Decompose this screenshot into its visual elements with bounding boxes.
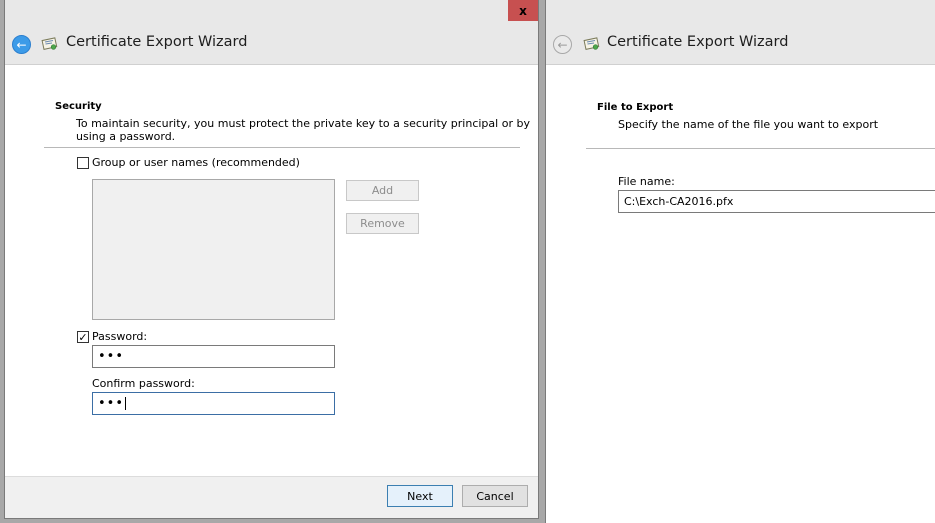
file-name-input[interactable]: C:\Exch-CA2016.pfx: [618, 190, 935, 213]
remove-button[interactable]: Remove: [346, 213, 419, 234]
group-names-checkbox[interactable]: [77, 157, 89, 169]
file-name-value: C:\Exch-CA2016.pfx: [624, 195, 734, 208]
wizard-window-file-to-export: ← Certificate Export Wizard File to Expo…: [545, 0, 935, 523]
password-value: •••: [98, 349, 125, 364]
add-button-label: Add: [371, 184, 394, 197]
window-title: Certificate Export Wizard: [66, 34, 248, 50]
close-button[interactable]: x: [508, 0, 538, 21]
title-bar: ← Certificate Export Wizard: [546, 0, 935, 65]
back-arrow-icon: ←: [16, 37, 27, 52]
window-title: Certificate Export Wizard: [607, 34, 789, 50]
remove-button-label: Remove: [360, 217, 405, 230]
certificate-icon: [41, 37, 58, 50]
section-description-line: using a password.: [76, 130, 176, 143]
title-bar: x ← Certificate Export Wizard: [5, 0, 538, 65]
cancel-button-label: Cancel: [476, 489, 514, 503]
section-heading: File to Export: [597, 102, 674, 113]
section-heading: Security: [55, 101, 102, 112]
password-input[interactable]: •••: [92, 345, 335, 368]
back-arrow-icon: ←: [557, 37, 568, 52]
section-description: Specify the name of the file you want to…: [618, 118, 879, 131]
wizard-window-security: x ← Certificate Export Wizard Security T…: [4, 0, 539, 519]
header-separator: [44, 147, 520, 148]
group-names-label: Group or user names (recommended): [92, 156, 300, 169]
text-caret: [125, 397, 127, 410]
confirm-password-input[interactable]: •••: [92, 392, 335, 415]
add-button[interactable]: Add: [346, 180, 419, 201]
next-button[interactable]: Next: [387, 485, 453, 507]
back-button[interactable]: ←: [12, 35, 31, 54]
confirm-password-value: •••: [98, 396, 125, 411]
cancel-button[interactable]: Cancel: [462, 485, 528, 507]
close-icon: x: [519, 3, 527, 18]
password-checkbox[interactable]: ✓: [77, 331, 89, 343]
next-button-label: Next: [407, 489, 433, 503]
wizard-footer: Next Cancel: [5, 476, 538, 518]
section-description-line: To maintain security, you must protect t…: [76, 117, 530, 130]
certificate-icon: [583, 37, 600, 50]
section-description: To maintain security, you must protect t…: [76, 117, 530, 143]
checkmark-icon: ✓: [78, 330, 88, 344]
group-names-listbox[interactable]: [92, 179, 335, 320]
password-label: Password:: [92, 330, 148, 343]
back-button[interactable]: ←: [553, 35, 572, 54]
header-separator: [586, 148, 935, 149]
confirm-password-label: Confirm password:: [92, 377, 195, 390]
file-name-label: File name:: [618, 175, 675, 188]
